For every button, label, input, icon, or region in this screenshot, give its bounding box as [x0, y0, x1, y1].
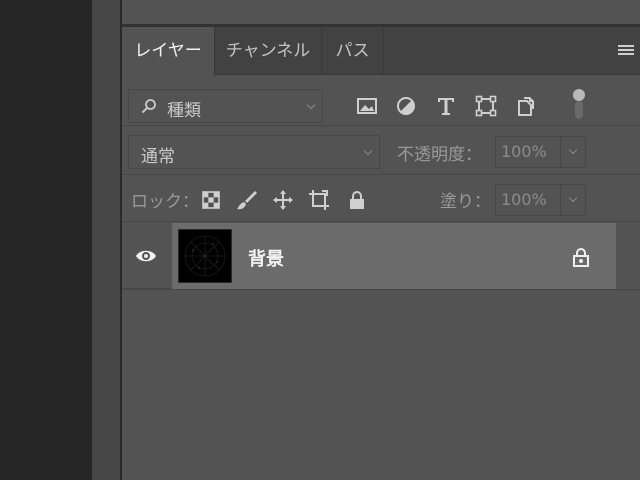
lock-label: ロック： [131, 192, 199, 212]
lock-artboard-icon[interactable] [308, 189, 330, 211]
blend-mode-label: 通常 [141, 147, 175, 167]
opacity-input[interactable]: 100% [495, 136, 561, 168]
layers-panel: レイヤー チャンネル パス 種類 通常 不透明度： 100% ロック： 塗り： … [122, 27, 640, 480]
blend-mode-select[interactable]: 通常 [128, 135, 380, 169]
fill-dropdown[interactable] [560, 184, 586, 216]
smart-object-filter-icon[interactable] [515, 95, 537, 117]
chevron-down-icon [363, 146, 373, 156]
type-filter-icon[interactable] [435, 95, 457, 117]
layer-list-divider [122, 289, 640, 290]
lock-position-icon[interactable] [272, 189, 294, 211]
opacity-dropdown[interactable] [560, 136, 586, 168]
lock-transparent-pixels-icon[interactable] [200, 189, 222, 211]
chevron-down-icon [568, 145, 578, 155]
tab-paths[interactable]: パス [322, 27, 384, 75]
filter-kind-label: 種類 [167, 101, 201, 121]
panel-tab-bar: レイヤー チャンネル パス [122, 27, 640, 76]
layer-filter-row: 種類 [122, 76, 640, 126]
opacity-label: 不透明度： [397, 145, 482, 165]
layer-row: 背景 [122, 223, 616, 289]
blend-row: 通常 不透明度： 100% [122, 127, 640, 175]
lock-image-pixels-icon[interactable] [236, 189, 258, 211]
lock-row: ロック： 塗り： 100% [122, 176, 640, 222]
tab-layers[interactable]: レイヤー [122, 27, 215, 76]
search-icon [141, 99, 156, 114]
layer-thumbnail [178, 229, 232, 283]
fill-label: 塗り： [440, 192, 491, 212]
document-canvas-area [0, 0, 92, 480]
visibility-eye-icon[interactable] [134, 245, 158, 267]
panel-menu-icon[interactable] [618, 45, 634, 57]
toolbar-gutter [92, 0, 120, 480]
layer-lock-icon[interactable] [571, 247, 591, 267]
chevron-down-icon [306, 100, 316, 110]
filter-kind-select[interactable]: 種類 [128, 89, 323, 123]
shape-filter-icon[interactable] [475, 95, 497, 117]
layer-name: 背景 [248, 249, 284, 270]
upper-panel-area [122, 0, 640, 24]
tab-channels[interactable]: チャンネル [215, 27, 322, 75]
image-filter-icon[interactable] [356, 95, 378, 117]
chevron-down-icon [568, 193, 578, 203]
fill-input[interactable]: 100% [495, 184, 561, 216]
layer-item-background[interactable]: 背景 [172, 223, 616, 289]
filter-toggle-switch[interactable] [573, 89, 585, 119]
adjustment-filter-icon[interactable] [395, 95, 417, 117]
lock-all-icon[interactable] [346, 189, 368, 211]
